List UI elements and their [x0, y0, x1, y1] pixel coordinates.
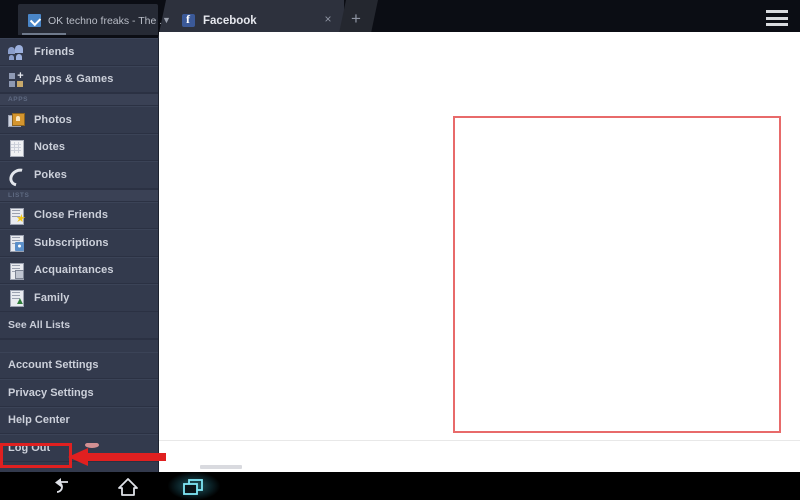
- menu-bar-3: [766, 23, 788, 26]
- sidebar-item-subscriptions[interactable]: ● Subscriptions: [0, 229, 158, 257]
- recent-apps-icon[interactable]: [178, 476, 208, 498]
- notes-icon: [8, 139, 25, 157]
- sidebar-item-close-friends-label: Close Friends: [34, 209, 109, 222]
- sidebar-item-help-center-label: Help Center: [8, 414, 70, 427]
- close-icon[interactable]: ×: [322, 13, 334, 25]
- android-system-bar: 3:11: [0, 472, 800, 500]
- sidebar-item-account-settings-label: Account Settings: [8, 359, 99, 372]
- pokes-icon: [8, 166, 25, 183]
- sidebar-item-account-settings[interactable]: Account Settings: [0, 351, 158, 379]
- bookmark-check-icon: [28, 14, 41, 27]
- facebook-icon: [182, 12, 195, 27]
- sidebar-spacer: [0, 338, 158, 352]
- sidebar-item-photos-label: Photos: [34, 113, 72, 126]
- sidebar-item-apps-games-label: Apps & Games: [34, 73, 114, 86]
- acquaintances-icon: [8, 262, 25, 280]
- sidebar-item-friends[interactable]: Friends: [0, 38, 158, 66]
- sidebar-item-privacy-settings[interactable]: Privacy Settings: [0, 379, 158, 407]
- pointer-arrow-icon: [68, 443, 166, 466]
- sidebar-item-family-label: Family: [34, 291, 70, 304]
- content-artifact: [200, 465, 242, 469]
- sidebar-item-family[interactable]: ▲ Family: [0, 284, 158, 312]
- close-friends-icon: ★: [8, 207, 25, 225]
- menu-bar-2: [766, 16, 788, 20]
- sidebar-item-pokes[interactable]: Pokes: [0, 161, 158, 189]
- content-divider: [159, 440, 800, 441]
- browser-tab-0-title: OK techno freaks - The ...: [48, 14, 168, 27]
- sidebar-item-notes-label: Notes: [34, 141, 66, 154]
- sidebar-item-notes[interactable]: Notes: [0, 133, 158, 161]
- family-icon: ▲: [8, 289, 25, 308]
- hamburger-menu-icon[interactable]: [766, 8, 788, 28]
- sidebar-section-lists: LISTS: [0, 188, 158, 202]
- new-tab-button[interactable]: +: [346, 10, 366, 29]
- chevron-down-icon[interactable]: ▼: [162, 16, 174, 25]
- facebook-sidebar: Friends + Apps & Games APPS Photos Notes…: [0, 38, 159, 472]
- sidebar-item-see-all-lists-label: See All Lists: [8, 318, 71, 331]
- sidebar-item-acquaintances[interactable]: Acquaintances: [0, 256, 158, 284]
- back-arrow-icon[interactable]: [48, 476, 78, 498]
- sidebar-item-close-friends[interactable]: ★ Close Friends: [0, 201, 158, 229]
- sidebar-item-privacy-settings-label: Privacy Settings: [8, 386, 94, 399]
- sidebar-item-acquaintances-label: Acquaintances: [34, 264, 114, 277]
- home-icon[interactable]: [113, 476, 143, 498]
- sidebar-section-lists-label: LISTS: [8, 191, 30, 199]
- sidebar-item-apps-games[interactable]: + Apps & Games: [0, 65, 158, 93]
- menu-bar-1: [766, 10, 788, 13]
- sidebar-item-friends-label: Friends: [34, 45, 75, 58]
- sidebar-item-pokes-label: Pokes: [34, 168, 67, 181]
- tablet-screen: OK techno freaks - The ... ▼ Facebook × …: [0, 0, 800, 500]
- sidebar-item-see-all-lists[interactable]: See All Lists: [0, 312, 158, 339]
- photos-icon: [8, 111, 25, 128]
- sidebar-item-log-out-label: Log Out: [8, 441, 51, 454]
- browser-tab-1-title: Facebook: [203, 14, 257, 27]
- sidebar-item-help-center[interactable]: Help Center: [0, 406, 158, 434]
- friends-icon: [8, 43, 25, 60]
- sidebar-item-subscriptions-label: Subscriptions: [34, 236, 109, 249]
- subscriptions-icon: ●: [8, 234, 25, 253]
- sidebar-item-photos[interactable]: Photos: [0, 106, 158, 134]
- apps-games-icon: +: [8, 70, 25, 88]
- tab-0-underline: [22, 33, 66, 35]
- sidebar-section-apps: APPS: [0, 93, 158, 106]
- content-highlight-box: [453, 116, 781, 433]
- sidebar-section-apps-label: APPS: [8, 96, 29, 103]
- page-content: [159, 32, 800, 472]
